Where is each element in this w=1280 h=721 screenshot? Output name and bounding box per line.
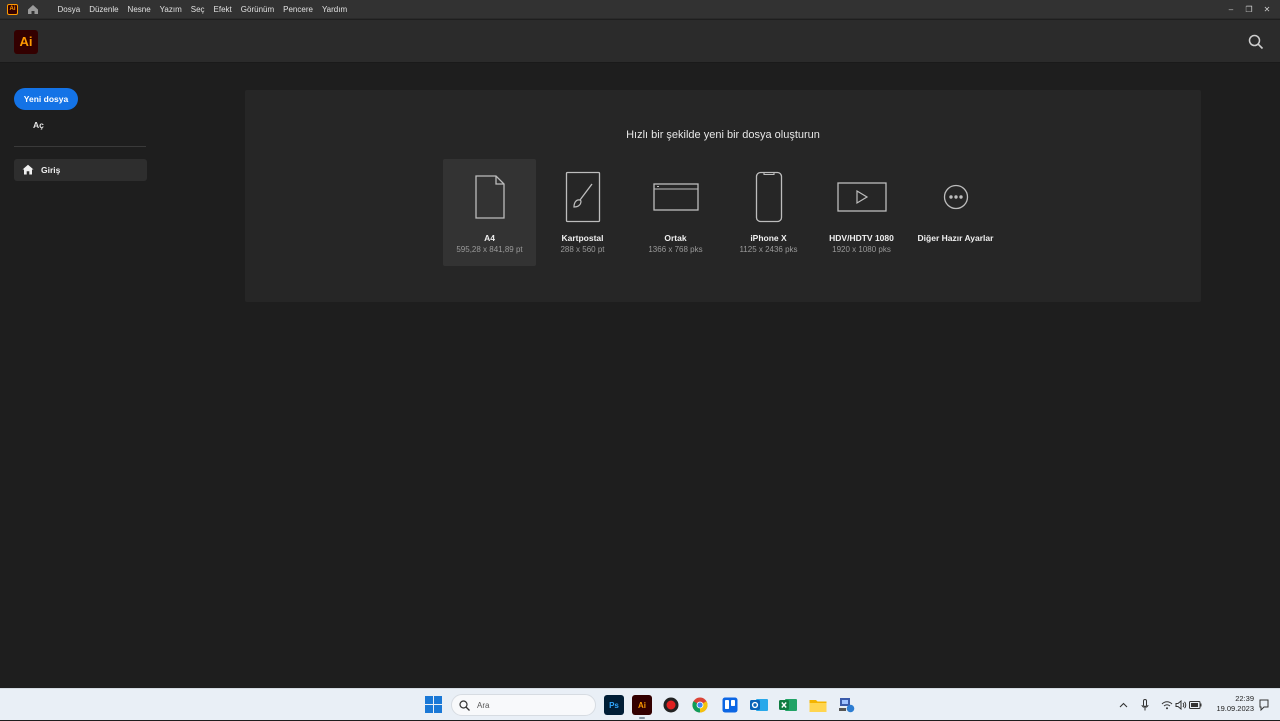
- illustrator-label: Ai: [638, 700, 646, 710]
- taskbar-outlook-icon[interactable]: [749, 695, 769, 715]
- minimize-button[interactable]: –: [1222, 0, 1240, 19]
- menu-bar: Ai Dosya Düzenle Nesne Yazım Seç Efekt G…: [0, 0, 1280, 19]
- menu-gorunum[interactable]: Görünüm: [236, 5, 278, 14]
- speaker-icon[interactable]: [1174, 698, 1188, 712]
- preset-hdtv[interactable]: HDV/HDTV 1080 1920 x 1080 pks: [815, 159, 908, 266]
- menu-pencere[interactable]: Pencere: [279, 5, 318, 14]
- new-file-button[interactable]: Yeni dosya: [14, 88, 78, 110]
- preset-iphone-x[interactable]: iPhone X 1125 x 2436 pks: [722, 159, 815, 266]
- wifi-icon[interactable]: [1160, 698, 1174, 712]
- notification-icon[interactable]: [1258, 698, 1272, 712]
- app-header: Ai: [0, 20, 1280, 63]
- home-icon[interactable]: [27, 3, 39, 15]
- brush-card-icon: [536, 171, 629, 223]
- taskbar-network-app-icon[interactable]: [837, 695, 857, 715]
- taskbar: Ara Ps Ai 22:39 19.09.2023: [0, 688, 1280, 720]
- browser-window-icon: [629, 171, 722, 223]
- preset-ortak[interactable]: Ortak 1366 x 768 pks: [629, 159, 722, 266]
- menu-dosya[interactable]: Dosya: [53, 5, 85, 14]
- taskbar-clock[interactable]: 22:39 19.09.2023: [1208, 694, 1254, 714]
- taskbar-search-input[interactable]: Ara: [451, 694, 596, 716]
- panel-title: Hızlı bir şekilde yeni bir dosya oluştur…: [626, 129, 820, 141]
- system-tray: [1116, 689, 1202, 721]
- photoshop-label: Ps: [609, 700, 619, 710]
- video-play-icon: [815, 171, 908, 223]
- home-icon: [22, 164, 34, 176]
- taskbar-photoshop-icon[interactable]: Ps: [604, 695, 624, 715]
- battery-icon[interactable]: [1188, 698, 1202, 712]
- preset-a4[interactable]: A4 595,28 x 841,89 pt: [443, 159, 536, 266]
- more-icon: [909, 171, 1002, 223]
- sidebar-item-home[interactable]: Giriş: [14, 159, 147, 181]
- windows-start-icon[interactable]: [425, 696, 442, 713]
- preset-more[interactable]: Diğer Hazır Ayarlar: [909, 159, 1002, 266]
- taskbar-trello-icon[interactable]: [720, 695, 740, 715]
- taskbar-excel-icon[interactable]: [778, 695, 798, 715]
- active-indicator: [639, 717, 645, 719]
- taskbar-illustrator-icon[interactable]: Ai: [632, 695, 652, 719]
- clock-time: 22:39: [1235, 694, 1254, 703]
- restore-button[interactable]: ❐: [1240, 0, 1258, 19]
- search-placeholder: Ara: [477, 700, 490, 710]
- close-button[interactable]: ✕: [1258, 0, 1276, 19]
- sidebar-item-label: Giriş: [41, 165, 61, 175]
- menu-yardim[interactable]: Yardım: [317, 5, 351, 14]
- search-icon[interactable]: [1248, 34, 1264, 50]
- sidebar: Yeni dosya Aç Giriş: [0, 64, 160, 688]
- chevron-up-icon[interactable]: [1116, 698, 1130, 712]
- preset-name: Diğer Hazır Ayarlar: [917, 233, 994, 243]
- menu-yazim[interactable]: Yazım: [155, 5, 186, 14]
- document-icon: [443, 171, 536, 223]
- menu-sec[interactable]: Seç: [186, 5, 209, 14]
- preset-size: 1920 x 1080 pks: [832, 245, 891, 254]
- sidebar-divider: [14, 146, 146, 147]
- taskbar-recorder-icon[interactable]: [661, 695, 681, 715]
- menu-duzenle[interactable]: Düzenle: [85, 5, 123, 14]
- phone-icon: [722, 171, 815, 223]
- taskbar-file-explorer-icon[interactable]: [808, 695, 828, 715]
- menu-efekt[interactable]: Efekt: [209, 5, 236, 14]
- search-icon: [459, 699, 470, 711]
- open-button[interactable]: Aç: [33, 120, 44, 130]
- taskbar-chrome-icon[interactable]: [690, 695, 710, 715]
- app-icon: Ai: [7, 3, 18, 15]
- microphone-icon[interactable]: [1138, 698, 1152, 712]
- clock-date: 19.09.2023: [1216, 704, 1254, 713]
- illustrator-logo: Ai: [14, 30, 38, 54]
- preset-kartpostal[interactable]: Kartpostal 288 x 560 pt: [536, 159, 629, 266]
- quick-create-panel: Hızlı bir şekilde yeni bir dosya oluştur…: [245, 90, 1201, 302]
- menu-nesne[interactable]: Nesne: [123, 5, 155, 14]
